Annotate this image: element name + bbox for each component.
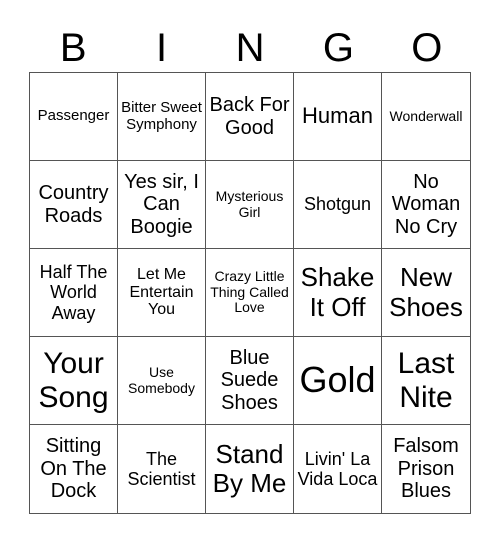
bingo-cell[interactable]: Wonderwall	[382, 73, 470, 161]
bingo-cell[interactable]: Your Song	[30, 337, 118, 425]
bingo-cell[interactable]: Shotgun	[294, 161, 382, 249]
bingo-cell[interactable]: Back For Good	[206, 73, 294, 161]
bingo-cell[interactable]: No Woman No Cry	[382, 161, 470, 249]
bingo-cell[interactable]: Country Roads	[30, 161, 118, 249]
header-letter-g: G	[322, 26, 354, 70]
header-letter-n: N	[235, 26, 265, 70]
bingo-cell[interactable]: Bitter Sweet Symphony	[118, 73, 206, 161]
bingo-cell[interactable]: Human	[294, 73, 382, 161]
bingo-header: B I N G O	[29, 24, 471, 72]
bingo-cell[interactable]: Passenger	[30, 73, 118, 161]
header-letter-o: O	[411, 26, 443, 70]
bingo-cell[interactable]: Stand By Me	[206, 425, 294, 513]
header-letter-b: B	[59, 26, 87, 70]
bingo-cell[interactable]: Blue Suede Shoes	[206, 337, 294, 425]
bingo-cell[interactable]: Mysterious Girl	[206, 161, 294, 249]
bingo-cell[interactable]: Gold	[294, 337, 382, 425]
bingo-cell[interactable]: New Shoes	[382, 249, 470, 337]
bingo-grid: Passenger Bitter Sweet Symphony Back For…	[29, 72, 471, 514]
bingo-cell[interactable]: Last Nite	[382, 337, 470, 425]
bingo-cell[interactable]: Use Somebody	[118, 337, 206, 425]
bingo-cell[interactable]: Sitting On The Dock	[30, 425, 118, 513]
bingo-cell[interactable]: Half The World Away	[30, 249, 118, 337]
bingo-cell[interactable]: Yes sir, I Can Boogie	[118, 161, 206, 249]
bingo-cell[interactable]: Let Me Entertain You	[118, 249, 206, 337]
header-letter-i: I	[156, 26, 168, 70]
bingo-cell[interactable]: Shake It Off	[294, 249, 382, 337]
bingo-cell[interactable]: Crazy Little Thing Called Love	[206, 249, 294, 337]
bingo-cell[interactable]: Livin' La Vida Loca	[294, 425, 382, 513]
bingo-cell[interactable]: The Scientist	[118, 425, 206, 513]
bingo-cell[interactable]: Falsom Prison Blues	[382, 425, 470, 513]
